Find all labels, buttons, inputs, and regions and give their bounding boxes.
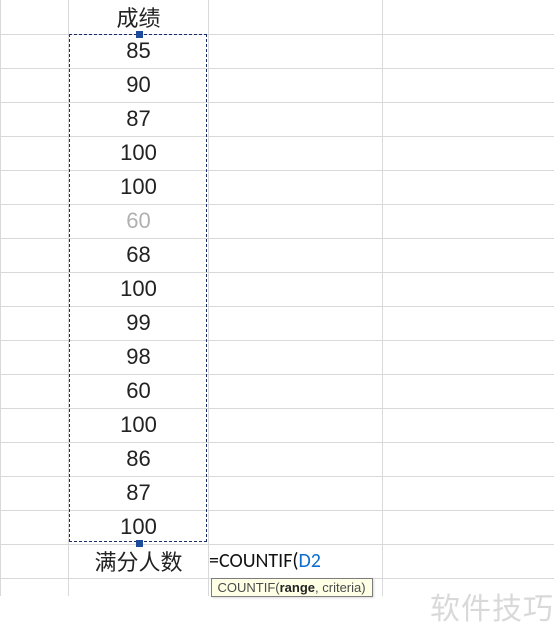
- cell[interactable]: [209, 0, 383, 34]
- cell[interactable]: [209, 442, 383, 476]
- cell[interactable]: [1, 68, 69, 102]
- cell[interactable]: [383, 374, 554, 408]
- score-cell[interactable]: 100: [69, 510, 209, 544]
- score-cell[interactable]: 90: [69, 68, 209, 102]
- score-cell[interactable]: 87: [69, 476, 209, 510]
- cell[interactable]: [1, 408, 69, 442]
- cell[interactable]: [209, 68, 383, 102]
- cell[interactable]: [383, 578, 554, 596]
- tooltip-current-arg: range: [280, 580, 315, 595]
- score-cell[interactable]: 98: [69, 340, 209, 374]
- cell[interactable]: [383, 0, 554, 34]
- cell[interactable]: [209, 34, 383, 68]
- spreadsheet-grid[interactable]: 成绩 85 90 87 100 100 60 68 100 99 98 60 1…: [0, 0, 554, 596]
- cell[interactable]: [1, 578, 69, 596]
- cell[interactable]: [383, 476, 554, 510]
- cell[interactable]: [383, 272, 554, 306]
- cell[interactable]: [383, 204, 554, 238]
- score-cell[interactable]: 86: [69, 442, 209, 476]
- selection-handle[interactable]: [136, 31, 143, 38]
- cell[interactable]: [1, 34, 69, 68]
- cell[interactable]: [383, 68, 554, 102]
- score-cell[interactable]: 87: [69, 102, 209, 136]
- cell[interactable]: [383, 238, 554, 272]
- score-cell[interactable]: 100: [69, 272, 209, 306]
- cell[interactable]: [383, 34, 554, 68]
- function-tooltip[interactable]: COUNTIF(range, criteria): [211, 578, 373, 597]
- score-cell[interactable]: 85: [69, 34, 209, 68]
- score-cell[interactable]: 60: [69, 204, 209, 238]
- cell[interactable]: [209, 204, 383, 238]
- cell[interactable]: [383, 306, 554, 340]
- cell[interactable]: [1, 204, 69, 238]
- cell[interactable]: [383, 544, 554, 578]
- cell[interactable]: [1, 442, 69, 476]
- cell[interactable]: [383, 136, 554, 170]
- cell[interactable]: [1, 238, 69, 272]
- cell[interactable]: [209, 272, 383, 306]
- cell[interactable]: [383, 340, 554, 374]
- formula-range-ref: D2: [298, 549, 320, 573]
- score-cell[interactable]: 68: [69, 238, 209, 272]
- cell[interactable]: [1, 306, 69, 340]
- summary-label[interactable]: 满分人数: [69, 544, 209, 578]
- cell[interactable]: [1, 510, 69, 544]
- cell[interactable]: [1, 544, 69, 578]
- cell[interactable]: [1, 340, 69, 374]
- cell[interactable]: [383, 442, 554, 476]
- cell[interactable]: [209, 238, 383, 272]
- cell[interactable]: [1, 0, 69, 34]
- tooltip-fn: COUNTIF(: [218, 580, 280, 595]
- cell[interactable]: [209, 340, 383, 374]
- cell[interactable]: [383, 408, 554, 442]
- cell[interactable]: [383, 102, 554, 136]
- score-cell[interactable]: 100: [69, 136, 209, 170]
- cell[interactable]: [209, 136, 383, 170]
- cell[interactable]: [1, 136, 69, 170]
- formula-prefix: =COUNTIF(: [209, 549, 298, 573]
- cell[interactable]: [1, 272, 69, 306]
- cell[interactable]: [69, 578, 209, 596]
- cell[interactable]: [383, 510, 554, 544]
- cell[interactable]: [209, 510, 383, 544]
- selection-handle[interactable]: [136, 540, 143, 547]
- cell[interactable]: [383, 170, 554, 204]
- column-header-score[interactable]: 成绩: [69, 0, 209, 34]
- cell[interactable]: [209, 102, 383, 136]
- cell[interactable]: [209, 408, 383, 442]
- score-cell[interactable]: 100: [69, 170, 209, 204]
- cell[interactable]: [209, 306, 383, 340]
- cell[interactable]: [1, 476, 69, 510]
- cell[interactable]: [1, 170, 69, 204]
- score-cell[interactable]: 60: [69, 374, 209, 408]
- cell[interactable]: [209, 476, 383, 510]
- score-cell[interactable]: 100: [69, 408, 209, 442]
- score-cell[interactable]: 99: [69, 306, 209, 340]
- cell[interactable]: [209, 374, 383, 408]
- cell[interactable]: [1, 374, 69, 408]
- tooltip-rest: , criteria): [315, 580, 366, 595]
- formula-input-cell[interactable]: =COUNTIF(D2: [209, 544, 383, 578]
- cell[interactable]: [209, 170, 383, 204]
- cell[interactable]: [1, 102, 69, 136]
